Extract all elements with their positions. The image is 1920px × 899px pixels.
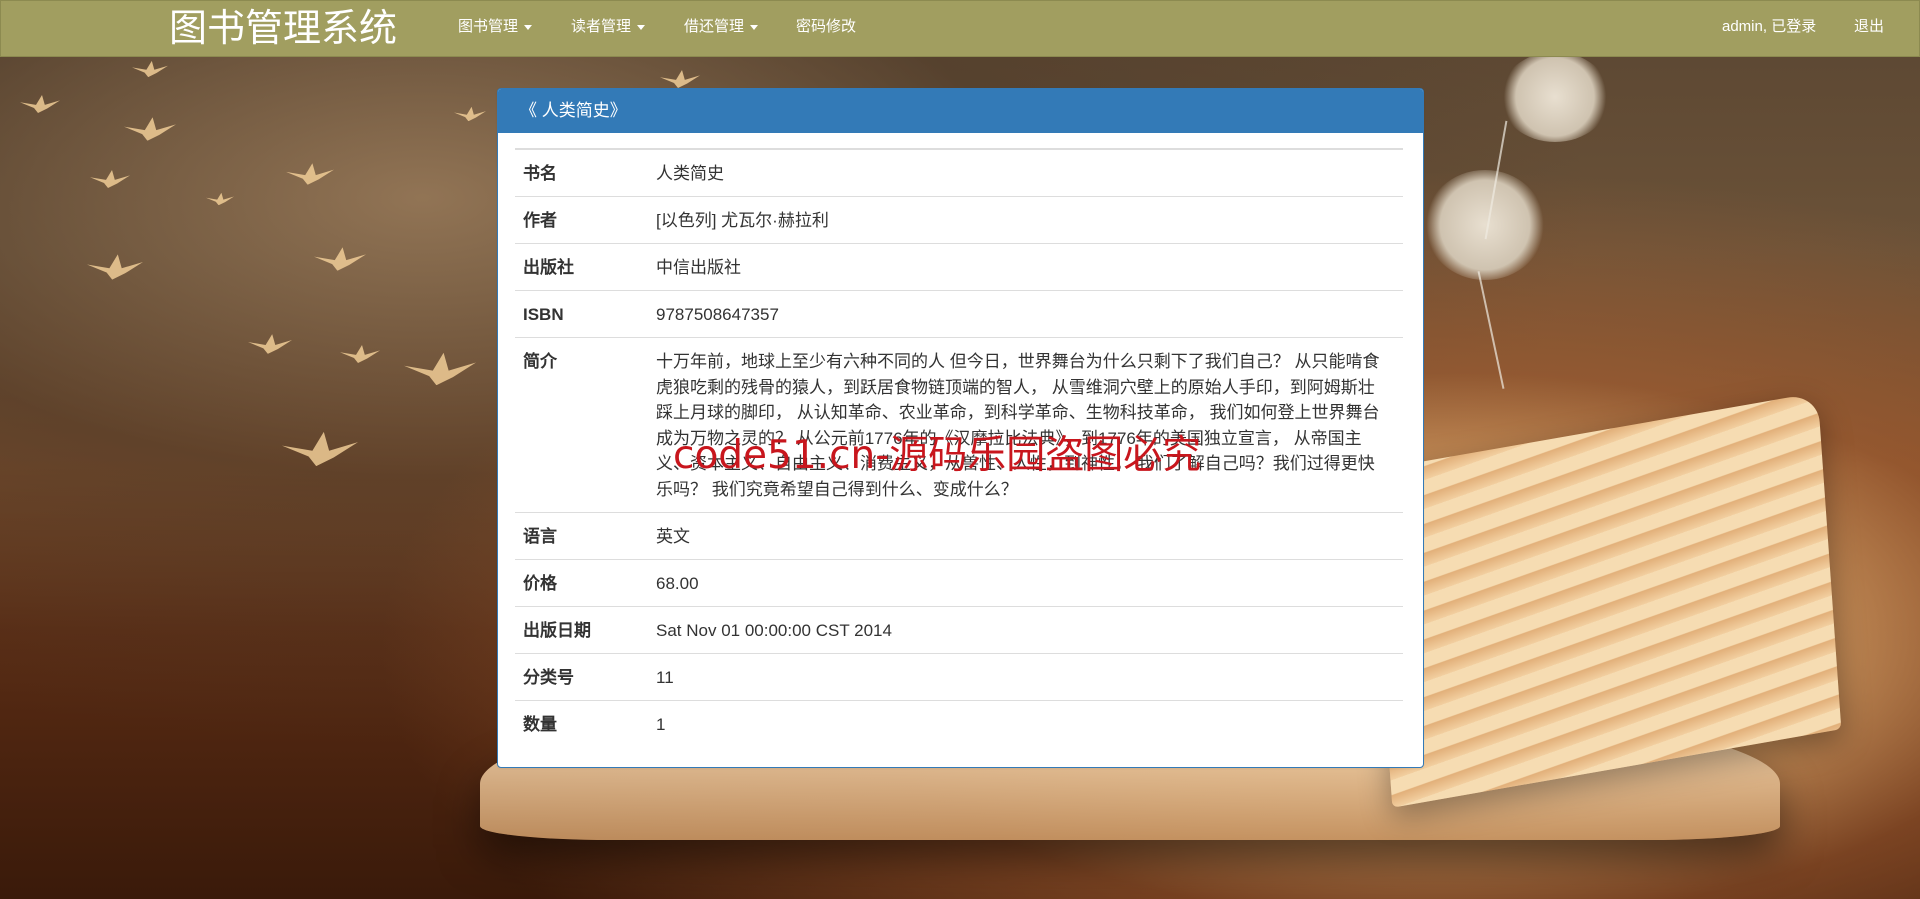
field-value-description: 十万年前，地球上至少有六种不同的人 但今日，世界舞台为什么只剩下了我们自己？ 从… xyxy=(648,337,1403,513)
bird-decoration xyxy=(132,60,168,78)
bird-decoration xyxy=(20,95,60,113)
field-value: 9787508647357 xyxy=(648,290,1403,338)
field-label: 作者 xyxy=(515,196,648,244)
bird-decoration xyxy=(404,352,476,386)
caret-down-icon xyxy=(524,24,533,30)
field-label: 语言 xyxy=(515,512,648,560)
bird-decoration xyxy=(286,163,334,185)
table-row: 出版日期 Sat Nov 01 00:00:00 CST 2014 xyxy=(515,606,1403,654)
table-row: 价格 68.00 xyxy=(515,559,1403,607)
bird-decoration xyxy=(660,70,700,88)
nav-change-password-label: 密码修改 xyxy=(796,18,857,35)
table-row: 分类号 11 xyxy=(515,653,1403,701)
bird-decoration xyxy=(454,106,486,122)
book-detail-panel: 《 人类简史》 书名 人类简史 作者 [以色列] 尤瓦尔·赫拉利 出版社 中信出… xyxy=(497,88,1424,768)
field-label: 出版日期 xyxy=(515,606,648,654)
field-label: ISBN xyxy=(515,290,648,338)
field-label: 数量 xyxy=(515,700,648,747)
field-label: 分类号 xyxy=(515,653,648,701)
bird-decoration xyxy=(206,192,234,206)
watermark-text: code51.cn-源码乐园盗图必究 xyxy=(673,433,1202,478)
caret-down-icon xyxy=(750,24,759,30)
brand-title[interactable]: 图书管理系统 xyxy=(169,8,397,50)
panel-title: 《 人类简史》 xyxy=(498,89,1423,133)
field-label: 价格 xyxy=(515,559,648,607)
table-row: 简介 十万年前，地球上至少有六种不同的人 但今日，世界舞台为什么只剩下了我们自己… xyxy=(515,337,1403,513)
field-value: 68.00 xyxy=(648,559,1403,607)
field-label: 简介 xyxy=(515,337,648,513)
bird-decoration xyxy=(87,254,143,280)
nav-change-password[interactable]: 密码修改 xyxy=(796,18,856,36)
bird-decoration xyxy=(248,334,292,354)
nav-reader-management[interactable]: 读者管理 xyxy=(571,18,646,36)
paper-flower-decoration xyxy=(1500,52,1610,142)
table-row: 书名 人类简史 xyxy=(515,148,1403,197)
bird-decoration xyxy=(314,247,366,271)
field-value: 1 xyxy=(648,700,1403,747)
table-row: 作者 [以色列] 尤瓦尔·赫拉利 xyxy=(515,196,1403,244)
bird-decoration xyxy=(124,117,176,141)
nav-book-management-label: 图书管理 xyxy=(458,18,519,35)
top-navbar: 图书管理系统 图书管理 读者管理 借还管理 密码修改 admin, 已登录 退出 xyxy=(0,0,1920,57)
field-value: 中信出版社 xyxy=(648,243,1403,291)
field-value: Sat Nov 01 00:00:00 CST 2014 xyxy=(648,606,1403,654)
field-value: 人类简史 xyxy=(648,148,1403,197)
field-label: 出版社 xyxy=(515,243,648,291)
bird-decoration xyxy=(90,170,130,188)
nav-lending-management-label: 借还管理 xyxy=(684,18,745,35)
string-decoration xyxy=(1477,271,1505,389)
field-value: 11 xyxy=(648,653,1403,701)
table-row: ISBN 9787508647357 xyxy=(515,290,1403,338)
field-value: [以色列] 尤瓦尔·赫拉利 xyxy=(648,196,1403,244)
logout-link[interactable]: 退出 xyxy=(1854,18,1884,36)
nav-lending-management[interactable]: 借还管理 xyxy=(684,18,759,36)
table-row: 数量 1 xyxy=(515,700,1403,747)
nav-book-management[interactable]: 图书管理 xyxy=(458,18,533,36)
bird-decoration xyxy=(282,431,358,467)
field-value: 英文 xyxy=(648,512,1403,560)
user-status[interactable]: admin, 已登录 xyxy=(1722,18,1816,36)
field-label: 书名 xyxy=(515,148,648,197)
caret-down-icon xyxy=(637,24,646,30)
table-row: 语言 英文 xyxy=(515,512,1403,560)
table-row: 出版社 中信出版社 xyxy=(515,243,1403,291)
nav-reader-management-label: 读者管理 xyxy=(571,18,632,35)
bird-decoration xyxy=(340,345,380,363)
paper-flower-decoration xyxy=(1425,170,1545,280)
book-pages-illustration xyxy=(1368,392,1842,808)
